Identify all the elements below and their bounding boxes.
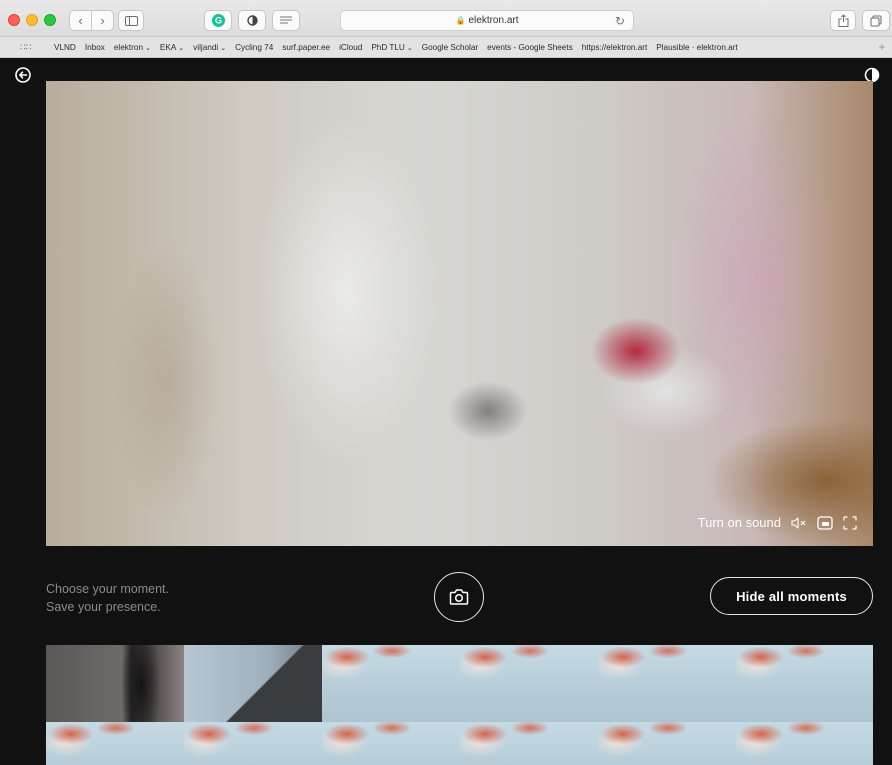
bookmark-cycling74[interactable]: Cycling 74 xyxy=(235,43,273,52)
address-bar[interactable]: 🔒 elektron.art ↻ xyxy=(340,10,634,31)
bookmark-surf-paper[interactable]: surf.paper.ee xyxy=(282,43,330,52)
lock-icon: 🔒 xyxy=(455,16,466,25)
bookmark-google-scholar[interactable]: Google Scholar xyxy=(422,43,478,52)
moments-grid xyxy=(46,645,873,765)
show-tabs-button[interactable] xyxy=(862,10,890,31)
share-button[interactable] xyxy=(830,10,856,31)
hide-all-moments-button[interactable]: Hide all moments xyxy=(710,577,873,615)
sidebar-icon xyxy=(124,15,138,26)
tabs-icon xyxy=(870,15,882,26)
moment-thumbnail[interactable] xyxy=(46,722,184,765)
moment-thumbnail[interactable] xyxy=(322,645,460,722)
forward-button[interactable]: › xyxy=(91,11,113,30)
bookmark-inbox[interactable]: Inbox xyxy=(85,43,105,52)
moment-thumbnail[interactable] xyxy=(184,722,322,765)
browser-toolbar: ‹ › G 🔒 elektron.art ↻ xyxy=(0,0,892,37)
moment-thumbnail[interactable] xyxy=(598,645,736,722)
grammarly-icon: G xyxy=(211,14,225,27)
moment-thumbnail[interactable] xyxy=(184,645,322,722)
moment-thumbnail[interactable] xyxy=(736,722,873,765)
moment-thumbnail[interactable] xyxy=(460,722,598,765)
picture-in-picture-icon[interactable] xyxy=(817,515,833,530)
caption-line-2: Save your presence. xyxy=(46,600,161,614)
url-text: elektron.art xyxy=(468,15,519,26)
moment-caption: Choose your moment. Save your presence. xyxy=(46,580,169,616)
bookmark-folder-elektron[interactable]: elektron ⌄ xyxy=(114,43,151,52)
history-navigation: ‹ › xyxy=(69,10,114,31)
page-content: Turn on sound Choose your moment. Save y… xyxy=(0,58,892,765)
reader-icon xyxy=(280,16,292,24)
close-window-button[interactable] xyxy=(8,14,20,26)
back-button[interactable]: ‹ xyxy=(70,11,91,30)
zoom-window-button[interactable] xyxy=(44,14,56,26)
reader-view-button[interactable] xyxy=(272,10,300,31)
chevron-down-icon: ⌄ xyxy=(178,44,185,52)
privacy-icon xyxy=(246,15,258,26)
bookmarks-bar: ∷∷ VLND Inbox elektron ⌄ EKA ⌄ viljandi ⌄ C… xyxy=(0,37,892,58)
bookmark-elektron-url[interactable]: https://elektron.art xyxy=(582,43,648,52)
chevron-down-icon: ⌄ xyxy=(406,44,413,52)
video-controls: Turn on sound xyxy=(698,515,857,530)
camera-icon xyxy=(449,589,469,605)
caption-line-1: Choose your moment. xyxy=(46,582,169,596)
moment-thumbnail[interactable] xyxy=(598,722,736,765)
moment-thumbnail[interactable] xyxy=(736,645,873,722)
browser-window: ‹ › G 🔒 elektron.art ↻ ∷∷ VLND Inbox ele… xyxy=(0,0,892,765)
add-bookmark-button[interactable]: + xyxy=(875,39,889,55)
chevron-down-icon: ⌄ xyxy=(145,44,151,52)
grammarly-extension-button[interactable]: G xyxy=(204,10,232,31)
chevron-down-icon: ⌄ xyxy=(220,44,227,52)
save-moment-button[interactable] xyxy=(434,572,484,622)
share-icon xyxy=(838,14,848,27)
fullscreen-icon[interactable] xyxy=(843,515,857,530)
bookmark-icloud[interactable]: iCloud xyxy=(339,43,362,52)
bookmark-events-sheets[interactable]: events - Google Sheets xyxy=(487,43,573,52)
reload-icon[interactable]: ↻ xyxy=(615,14,625,28)
live-video-stream[interactable]: Turn on sound xyxy=(46,81,873,546)
grid-icon[interactable]: ∷∷ xyxy=(20,42,34,53)
bookmark-plausible[interactable]: Plausible · elektron.art xyxy=(656,43,737,52)
back-arrow-button[interactable] xyxy=(15,67,31,83)
back-arrow-icon xyxy=(15,67,31,83)
sidebar-toggle-button[interactable] xyxy=(118,10,144,31)
turn-on-sound-button[interactable]: Turn on sound xyxy=(698,515,781,530)
bookmark-folder-eka[interactable]: EKA ⌄ xyxy=(160,43,184,52)
bookmark-vlnd[interactable]: VLND xyxy=(54,43,76,52)
minimize-window-button[interactable] xyxy=(26,14,38,26)
bookmark-folder-phd-tlu[interactable]: PhD TLU ⌄ xyxy=(371,43,412,52)
speaker-muted-icon[interactable] xyxy=(791,516,807,529)
moment-thumbnail[interactable] xyxy=(322,722,460,765)
privacy-extension-button[interactable] xyxy=(238,10,266,31)
svg-text:G: G xyxy=(214,16,221,26)
moment-thumbnail[interactable] xyxy=(46,645,184,722)
bookmark-folder-viljandi[interactable]: viljandi ⌄ xyxy=(193,43,226,52)
moment-thumbnail[interactable] xyxy=(460,645,598,722)
